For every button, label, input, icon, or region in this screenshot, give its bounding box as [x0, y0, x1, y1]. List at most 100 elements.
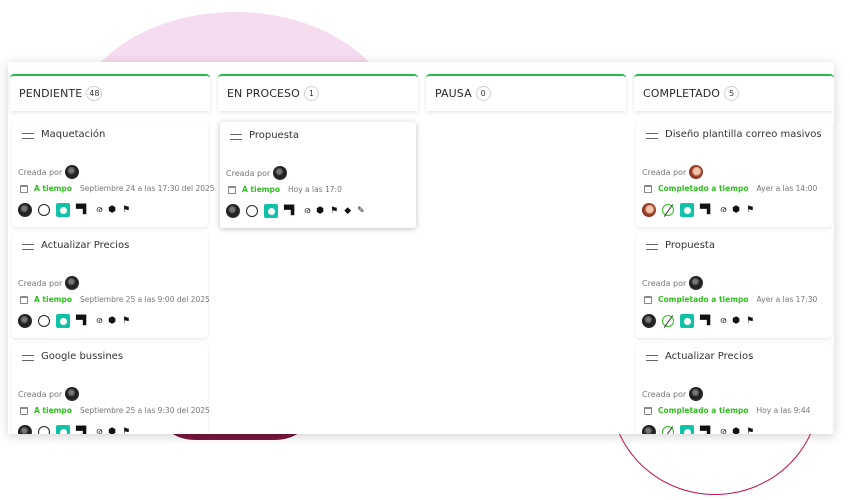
layers-icon[interactable]: ◆	[344, 206, 351, 216]
created-by-label: Creada por	[226, 168, 271, 178]
column-header[interactable]: EN PROCESO 1	[218, 74, 418, 111]
avatar[interactable]	[642, 314, 656, 328]
calendar-icon	[644, 406, 652, 415]
task-card[interactable]: Diseño plantilla correo masivos Creada p…	[636, 121, 832, 227]
status-text: A tiempo	[34, 295, 72, 304]
comment-icon[interactable]: ▀▌	[700, 205, 714, 215]
status-text: Completado a tiempo	[658, 184, 749, 193]
avatar[interactable]	[689, 276, 704, 290]
task-card[interactable]: Maquetación Creada por A tiempo Septiemb…	[12, 121, 215, 227]
tag-icon[interactable]: ⬢	[108, 205, 116, 215]
play-icon[interactable]	[680, 314, 694, 328]
due-date: Septiembre 25 a las 9:00 del 2025	[80, 295, 210, 304]
task-card[interactable]: Propuesta Creada por A tiempo Hoy a las …	[220, 122, 416, 228]
status-circle-icon[interactable]	[38, 426, 50, 434]
status-text: A tiempo	[242, 185, 280, 194]
avatar[interactable]	[65, 276, 80, 290]
flag-icon[interactable]: ⚑	[330, 206, 338, 216]
flag-icon[interactable]: ⚑	[746, 316, 754, 326]
avatar[interactable]	[18, 314, 32, 328]
flag-icon[interactable]: ⚑	[122, 427, 130, 434]
drag-handle-icon[interactable]	[22, 244, 34, 250]
task-card[interactable]: Propuesta Creada por Completado a tiempo…	[636, 232, 832, 338]
due-date: Ayer a las 14:00	[756, 184, 818, 193]
tag-icon[interactable]: ⬢	[732, 427, 740, 434]
completed-status-icon[interactable]	[662, 204, 674, 216]
drag-handle-icon[interactable]	[646, 244, 658, 250]
bicycle-icon[interactable]: ര	[304, 206, 310, 216]
created-by-label: Creada por	[18, 389, 63, 399]
task-card[interactable]: Actualizar Precios Creada por A tiempo S…	[12, 232, 210, 338]
flag-icon[interactable]: ⚑	[122, 316, 130, 326]
flag-icon[interactable]: ⚑	[746, 205, 754, 215]
play-icon[interactable]	[680, 203, 694, 217]
due-date: Hoy a las 17:0	[288, 185, 342, 194]
bicycle-icon[interactable]: ര	[720, 316, 726, 326]
column-header[interactable]: COMPLETADO 5	[634, 74, 834, 111]
column-header[interactable]: PAUSA 0	[426, 74, 626, 111]
status-circle-icon[interactable]	[38, 315, 50, 327]
bicycle-icon[interactable]: ര	[96, 427, 102, 434]
tag-icon[interactable]: ⬢	[316, 206, 324, 216]
task-card[interactable]: Google bussines Creada por A tiempo Sept…	[12, 343, 210, 434]
avatar[interactable]	[642, 425, 656, 434]
tag-icon[interactable]: ⬢	[732, 205, 740, 215]
column-header[interactable]: PENDIENTE 48	[10, 74, 210, 111]
bicycle-icon[interactable]: ര	[720, 427, 726, 434]
drag-handle-icon[interactable]	[22, 355, 34, 361]
comment-icon[interactable]: ▀▌	[700, 316, 714, 326]
drag-handle-icon[interactable]	[646, 355, 658, 361]
column-completado: COMPLETADO 5 Diseño plantilla correo mas…	[634, 62, 834, 434]
created-by-label: Creada por	[642, 278, 687, 288]
tag-icon[interactable]: ⬢	[108, 427, 116, 434]
calendar-icon	[228, 185, 236, 194]
avatar[interactable]	[65, 165, 80, 179]
task-card[interactable]: Actualizar Precios Creada por Completado…	[636, 343, 832, 434]
card-actions: ▀▌ ര ⬢ ⚑ ◆ ✎	[226, 204, 371, 218]
calendar-icon	[644, 184, 652, 193]
status-circle-icon[interactable]	[38, 204, 50, 216]
avatar[interactable]	[18, 203, 32, 217]
avatar[interactable]	[689, 165, 704, 179]
play-icon[interactable]	[56, 425, 70, 434]
comment-icon[interactable]: ▀▌	[700, 427, 714, 434]
avatar[interactable]	[65, 387, 80, 401]
play-icon[interactable]	[680, 425, 694, 434]
avatar[interactable]	[18, 425, 32, 434]
created-by-label: Creada por	[18, 278, 63, 288]
tag-icon[interactable]: ⬢	[732, 316, 740, 326]
flag-icon[interactable]: ⚑	[746, 427, 754, 434]
comment-icon[interactable]: ▀▌	[284, 206, 298, 216]
play-icon[interactable]	[56, 203, 70, 217]
task-title: Diseño plantilla correo masivos	[665, 129, 822, 140]
created-by-label: Creada por	[642, 389, 687, 399]
comment-icon[interactable]: ▀▌	[76, 316, 90, 326]
bicycle-icon[interactable]: ര	[96, 205, 102, 215]
card-actions: ▀▌ ര ⬢ ⚑	[18, 425, 136, 434]
bicycle-icon[interactable]: ര	[96, 316, 102, 326]
task-title: Propuesta	[249, 130, 299, 141]
avatar[interactable]	[226, 204, 240, 218]
created-by-label: Creada por	[642, 167, 687, 177]
card-actions: ▀▌ ര ⬢ ⚑	[642, 314, 760, 328]
comment-icon[interactable]: ▀▌	[76, 427, 90, 434]
completed-status-icon[interactable]	[662, 315, 674, 327]
status-circle-icon[interactable]	[246, 205, 258, 217]
completed-status-icon[interactable]	[662, 426, 674, 434]
comment-icon[interactable]: ▀▌	[76, 205, 90, 215]
play-icon[interactable]	[56, 314, 70, 328]
flag-icon[interactable]: ⚑	[122, 205, 130, 215]
avatar[interactable]	[273, 166, 288, 180]
drag-handle-icon[interactable]	[22, 133, 34, 139]
bicycle-icon[interactable]: ര	[720, 205, 726, 215]
avatar[interactable]	[689, 387, 704, 401]
drag-handle-icon[interactable]	[230, 134, 242, 140]
column-count-badge: 0	[475, 86, 491, 101]
card-actions: ▀▌ ര ⬢ ⚑	[642, 203, 760, 217]
tag-icon[interactable]: ⬢	[108, 316, 116, 326]
drag-handle-icon[interactable]	[646, 133, 658, 139]
due-date: Hoy a las 9:44	[756, 406, 811, 415]
play-icon[interactable]	[264, 204, 278, 218]
pencil-icon[interactable]: ✎	[357, 206, 365, 216]
avatar[interactable]	[642, 203, 656, 217]
